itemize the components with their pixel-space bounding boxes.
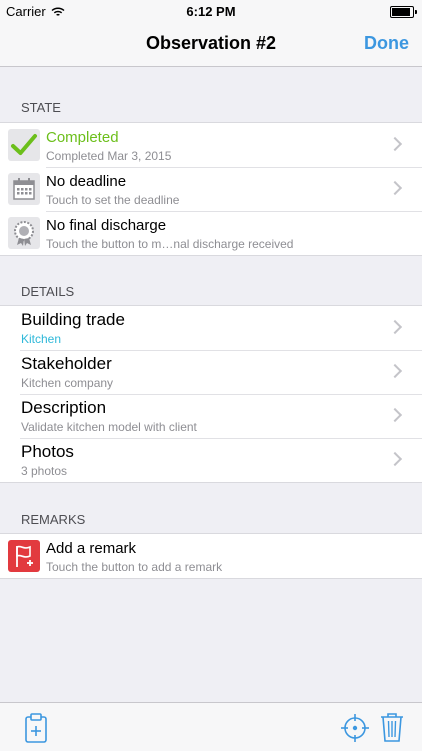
completed-row[interactable]: Completed Completed Mar 3, 2015 [0,123,422,167]
final-discharge-row[interactable]: No final discharge Touch the button to m… [0,211,422,255]
checkmark-icon [8,129,40,161]
status-time: 6:12 PM [186,4,236,19]
chevron-right-icon [387,363,403,379]
final-discharge-subtitle: Touch the button to m…nal discharge rece… [46,237,294,251]
state-group: Completed Completed Mar 3, 2015 No deadl… [0,122,422,256]
chevron-right-icon [387,407,403,423]
crosshair-icon[interactable] [340,713,370,743]
stakeholder-row[interactable]: Stakeholder Kitchen company [0,350,422,394]
clipboard-add-icon[interactable] [24,713,48,743]
rosette-icon [8,217,40,249]
photos-row[interactable]: Photos 3 photos [0,438,422,482]
stakeholder-value: Kitchen company [21,376,114,390]
page-title: Observation #2 [145,33,277,53]
completed-title: Completed [46,129,119,146]
chevron-right-icon [387,319,403,335]
details-group: Building trade Kitchen Stakeholder Kitch… [0,305,422,483]
bottom-toolbar [0,702,422,751]
description-title: Description [21,398,107,417]
trash-icon[interactable] [380,712,404,742]
chevron-right-icon [387,136,403,152]
chevron-right-icon [387,180,403,196]
battery-icon [390,6,417,18]
status-bar: Carrier 6:12 PM [0,0,422,22]
remarks-section-header: REMARKS [21,512,86,527]
state-section-header: STATE [21,100,61,115]
photos-value: 3 photos [21,464,68,478]
details-section-header: DETAILS [21,284,75,299]
photos-title: Photos [21,442,74,461]
completed-subtitle: Completed Mar 3, 2015 [46,149,172,163]
add-remark-row[interactable]: Add a remark Touch the button to add a r… [0,534,422,578]
add-remark-subtitle: Touch the button to add a remark [46,560,223,574]
deadline-row[interactable]: No deadline Touch to set the deadline [0,167,422,211]
stakeholder-title: Stakeholder [21,354,112,373]
building-trade-value: Kitchen [21,332,62,346]
done-button[interactable]: Done [364,33,409,54]
deadline-subtitle: Touch to set the deadline [46,193,180,207]
add-remark-title: Add a remark [46,540,137,557]
navigation-bar: Observation #2 Done [0,22,422,67]
building-trade-row[interactable]: Building trade Kitchen [0,306,422,350]
calendar-icon [8,173,40,205]
final-discharge-title: No final discharge [46,217,167,234]
flag-plus-icon [8,540,40,572]
deadline-title: No deadline [46,173,127,190]
description-row[interactable]: Description Validate kitchen model with … [0,394,422,438]
battery-fill [392,8,410,16]
building-trade-title: Building trade [21,310,125,329]
remarks-group: Add a remark Touch the button to add a r… [0,533,422,579]
chevron-right-icon [387,451,403,467]
description-value: Validate kitchen model with client [21,420,197,434]
